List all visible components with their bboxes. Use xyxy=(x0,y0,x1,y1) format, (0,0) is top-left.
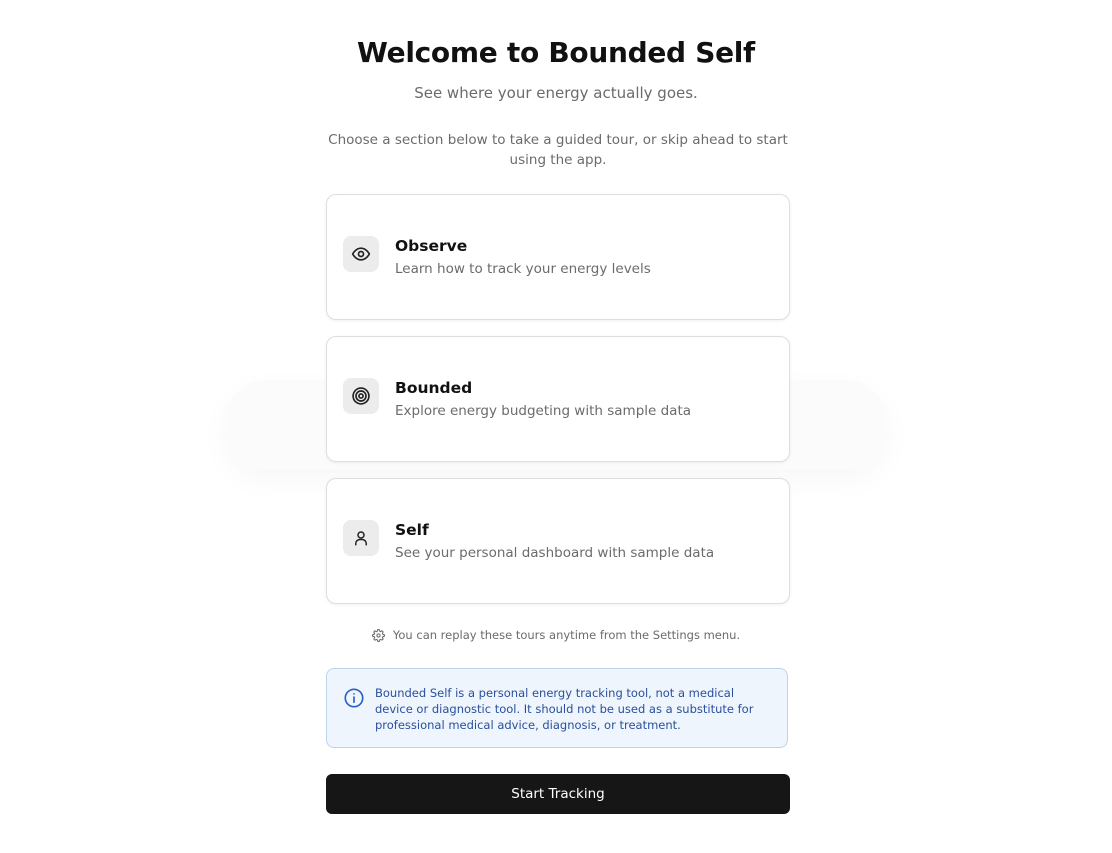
info-icon xyxy=(343,687,365,709)
gear-icon xyxy=(371,628,385,642)
start-tracking-button[interactable]: Start Tracking xyxy=(326,774,790,814)
eye-icon xyxy=(343,236,379,272)
tour-instructions: Choose a section below to take a guided … xyxy=(328,132,788,168)
user-icon xyxy=(343,520,379,556)
replay-note: You can replay these tours anytime from … xyxy=(0,628,1112,642)
tour-card-bounded[interactable]: Bounded Explore energy budgeting with sa… xyxy=(326,336,790,462)
disclaimer-text: Bounded Self is a personal energy tracki… xyxy=(375,686,754,732)
page-title: Welcome to Bounded Self xyxy=(357,36,755,69)
tour-card-title: Observe xyxy=(395,237,468,255)
page-subtitle: See where your energy actually goes. xyxy=(414,84,698,102)
tour-card-description: Explore energy budgeting with sample dat… xyxy=(395,403,692,419)
replay-note-text: You can replay these tours anytime from … xyxy=(392,628,741,642)
tour-card-description: Learn how to track your energy levels xyxy=(395,261,651,277)
target-icon xyxy=(343,378,379,414)
medical-disclaimer: Bounded Self is a personal energy tracki… xyxy=(326,668,788,748)
tour-card-description: See your personal dashboard with sample … xyxy=(395,545,715,561)
tour-card-observe[interactable]: Observe Learn how to track your energy l… xyxy=(326,194,790,320)
welcome-page: Welcome to Bounded Self See where your e… xyxy=(0,0,1112,853)
tour-card-title: Bounded xyxy=(395,379,473,397)
tour-card-title: Self xyxy=(395,521,429,539)
tour-card-self[interactable]: Self See your personal dashboard with sa… xyxy=(326,478,790,604)
